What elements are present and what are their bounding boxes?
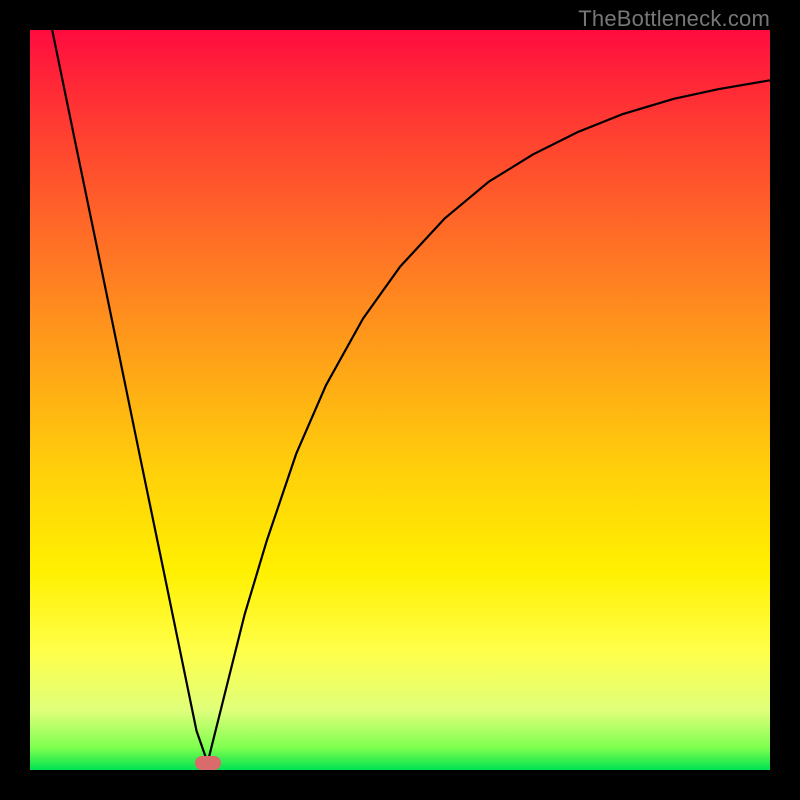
- chart-frame: TheBottleneck.com: [0, 0, 800, 800]
- plot-area: [30, 30, 770, 770]
- curve-layer: [30, 30, 770, 770]
- watermark-text: TheBottleneck.com: [578, 6, 770, 32]
- curve-right-branch: [208, 80, 770, 762]
- curve-left-branch: [52, 30, 207, 763]
- minimum-marker: [195, 756, 221, 770]
